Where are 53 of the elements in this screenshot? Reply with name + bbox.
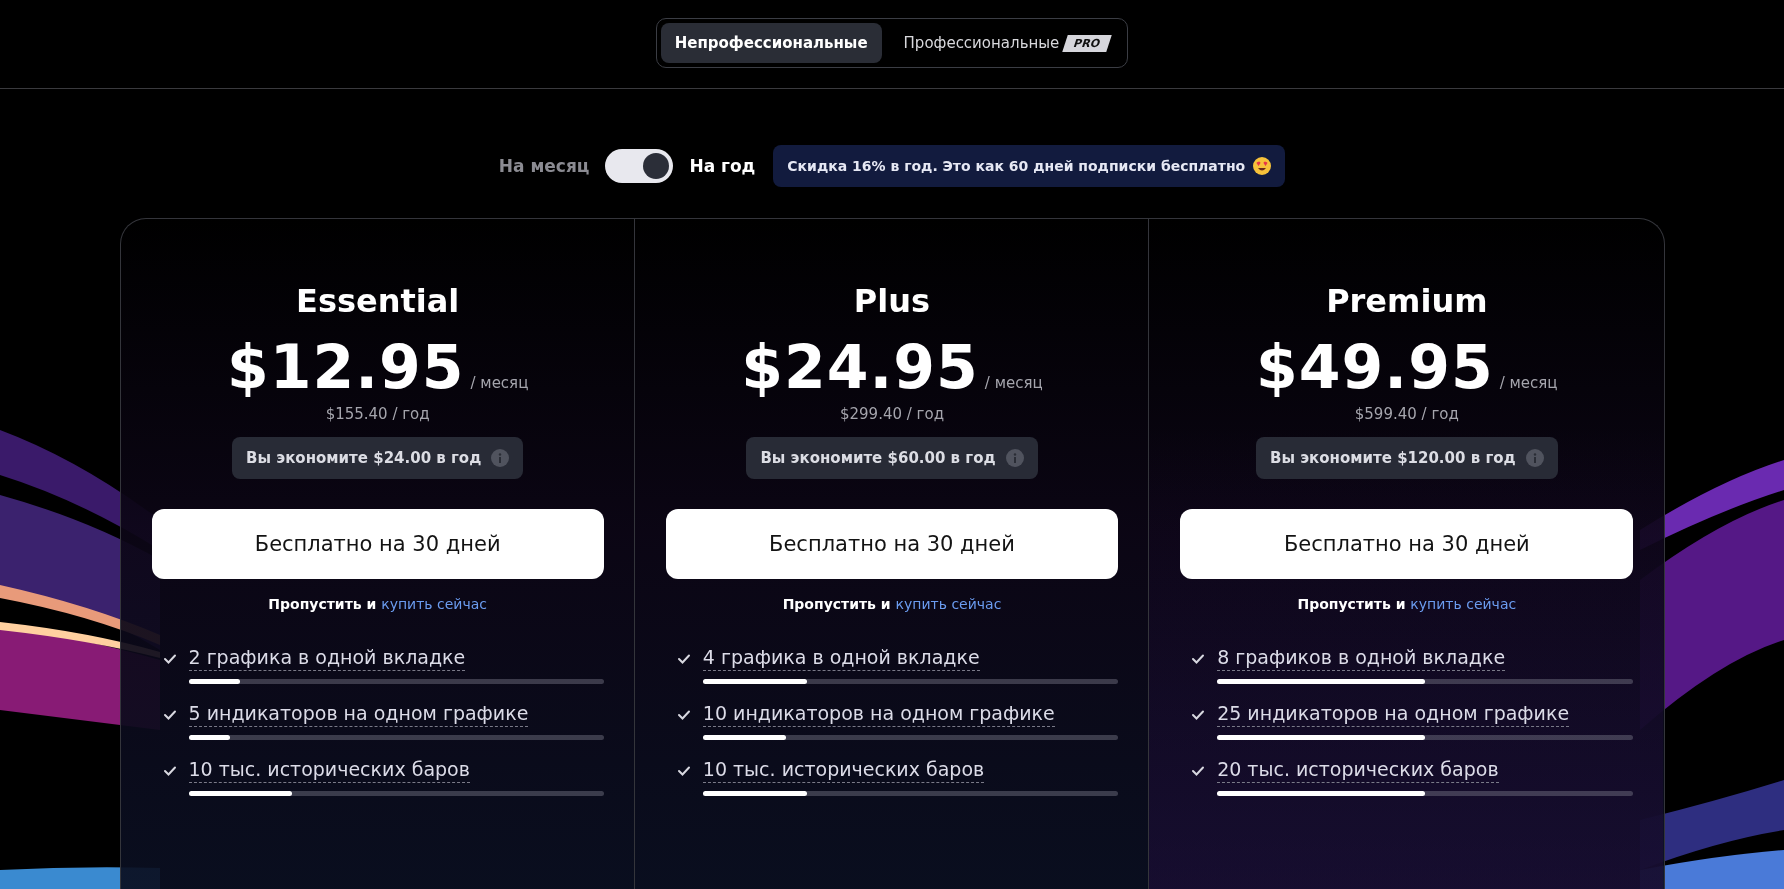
trial-button[interactable]: Бесплатно на 30 дней	[665, 509, 1119, 579]
feature-text: 10 тыс. исторических баров	[702, 758, 985, 783]
yearly-price: $299.40 / год	[839, 405, 944, 423]
price-period: / месяц	[470, 374, 529, 392]
check-icon	[162, 764, 177, 777]
pro-badge: PRO	[1062, 34, 1112, 52]
yearly-price: $599.40 / год	[1354, 405, 1459, 423]
plan-name: Essential	[296, 281, 460, 321]
skip-text: Пропустить и купить сейчас	[1297, 596, 1517, 612]
tab[interactable]: Профессиональные PRO	[889, 23, 1124, 63]
heart-eyes-emoji-icon	[1253, 157, 1272, 175]
trial-button[interactable]: Бесплатно на 30 дней	[1180, 509, 1634, 579]
skip-text: Пропустить и купить сейчас	[268, 596, 487, 612]
plan-name: Premium	[1326, 281, 1488, 321]
check-icon	[1191, 708, 1206, 721]
info-icon[interactable]	[1525, 449, 1544, 467]
price: $12.95	[226, 333, 465, 401]
skip-text: Пропустить и купить сейчас	[782, 596, 1002, 612]
billing-label: На год	[689, 156, 756, 176]
trial-button[interactable]: Бесплатно на 30 дней	[151, 509, 604, 579]
yearly-price: $155.40 / год	[325, 405, 430, 423]
feature-text: 10 тыс. исторических баров	[188, 758, 470, 783]
feature-text: 2 графика в одной вкладке	[188, 646, 466, 671]
check-icon	[1191, 764, 1206, 777]
savings-text: Вы экономите $60.00 в год	[760, 449, 996, 467]
check-icon	[676, 708, 691, 721]
check-icon	[676, 652, 691, 665]
feature-text: 4 графика в одной вкладке	[702, 646, 980, 671]
buy-now-link[interactable]: купить сейчас	[381, 596, 487, 612]
discount-text: Скидка 16% в год. Это как 60 дней подписки бесплатно	[787, 158, 1246, 174]
savings-text: Вы экономите $24.00 в год	[246, 449, 482, 467]
feature-text: 20 тыс. исторических баров	[1217, 758, 1499, 783]
feature-text: 5 индикаторов на одном графике	[188, 702, 529, 727]
info-icon[interactable]	[491, 449, 510, 467]
price-period: / месяц	[984, 374, 1043, 392]
feature-text: 8 графиков в одной вкладке	[1217, 646, 1506, 671]
billing-toggle[interactable]	[605, 149, 674, 183]
feature-text: 25 индикаторов на одном графике	[1217, 702, 1570, 727]
buy-now-link[interactable]: купить сейчас	[895, 596, 1002, 612]
savings-text: Вы экономите $120.00 в год	[1270, 449, 1516, 467]
billing-label: На месяц	[498, 156, 590, 176]
check-icon	[162, 652, 177, 665]
buy-now-link[interactable]: купить сейчас	[1410, 596, 1517, 612]
check-icon	[1191, 652, 1206, 665]
price: $49.95	[1256, 333, 1494, 401]
price: $24.95	[741, 333, 979, 401]
price-period: / месяц	[1499, 374, 1558, 392]
plan-name: Plus	[853, 281, 931, 321]
check-icon	[162, 708, 177, 721]
feature-text: 10 индикаторов на одном графике	[702, 702, 1055, 727]
tab[interactable]: Непрофессиональные	[660, 23, 882, 63]
check-icon	[676, 764, 691, 777]
info-icon[interactable]	[1005, 449, 1024, 467]
